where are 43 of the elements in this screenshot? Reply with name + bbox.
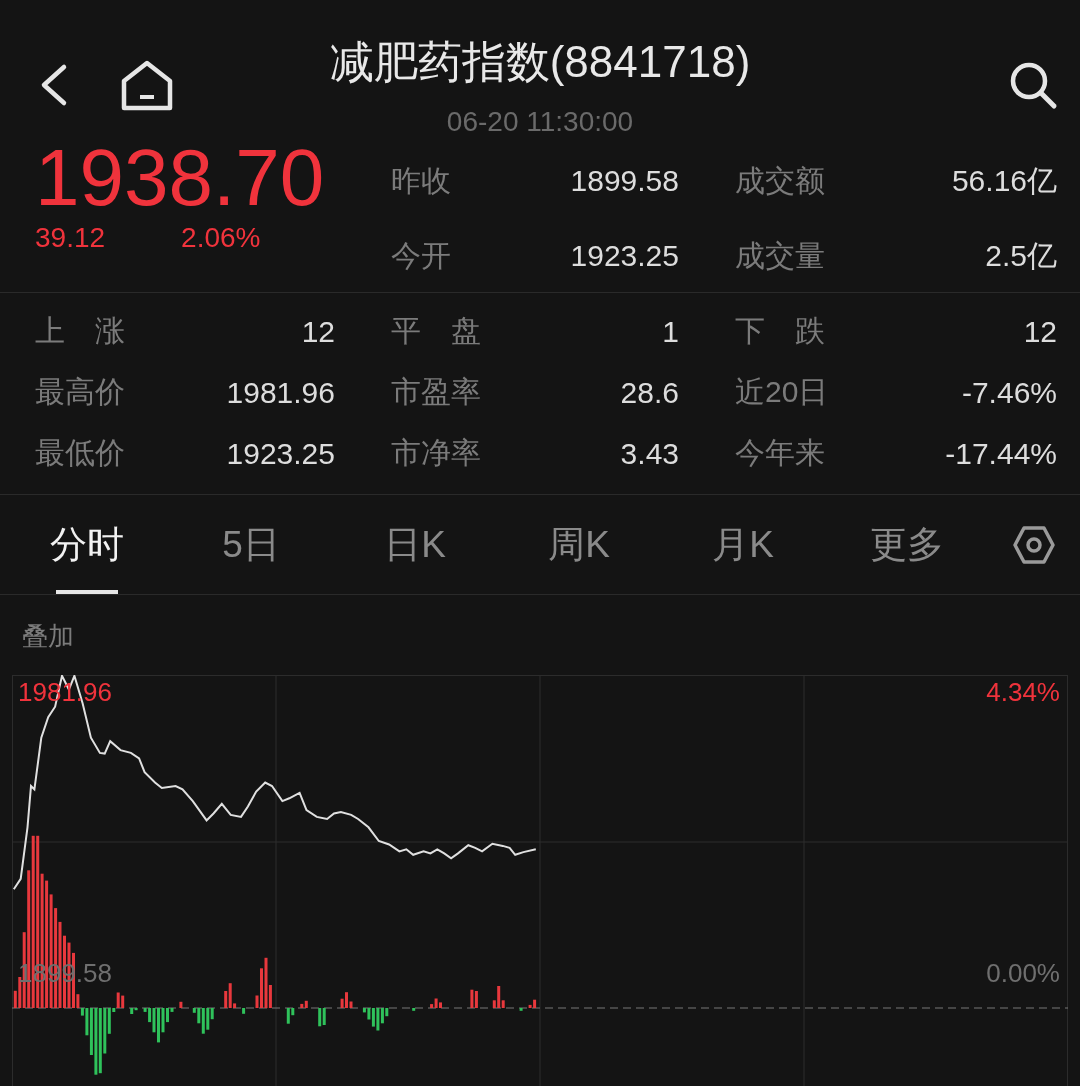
stat-label: 最低价: [35, 435, 125, 471]
stat-value: -7.46%: [961, 375, 1057, 410]
stat-label: 成交额: [735, 162, 825, 199]
high-percent-label: 4.34%: [986, 677, 1060, 708]
stat-value: 28.6: [620, 375, 679, 410]
stat-value: 3.43: [620, 436, 679, 471]
chart-tab[interactable]: 周K: [497, 495, 661, 594]
index-title: 减肥药指数(8841718): [329, 35, 751, 88]
search-icon[interactable]: [1008, 60, 1058, 110]
stat-value: -17.44%: [945, 436, 1057, 471]
stat-value: 1923.25: [570, 239, 679, 273]
stat-value: 2.5亿: [985, 237, 1057, 274]
stat-value: 1981.96: [226, 375, 335, 410]
stat-value: 56.16亿: [951, 162, 1057, 199]
chart-tab[interactable]: 分时: [5, 495, 169, 594]
last-price: 1938.70: [35, 136, 326, 220]
timestamp: 06-20 11:30:00: [446, 105, 634, 138]
overlay-label[interactable]: 叠加: [22, 621, 74, 651]
stat-label: 最高价: [35, 374, 125, 410]
stat-label: 成交量: [735, 237, 825, 274]
stat-label: 今开: [391, 237, 451, 274]
stat-value: 1923.25: [226, 436, 335, 471]
stat-value: 12: [1023, 314, 1057, 349]
price-change: 39.12: [35, 222, 106, 254]
stat-label: 下 跌: [735, 313, 825, 349]
stat-label: 昨收: [391, 162, 451, 199]
stat-value: 1899.58: [570, 164, 679, 198]
percent-change: 2.06%: [181, 222, 261, 254]
base-percent-label: 0.00%: [986, 958, 1060, 989]
stat-label: 今年来: [735, 435, 825, 471]
home-icon[interactable]: [120, 59, 174, 111]
chart-tab[interactable]: 5日: [169, 495, 333, 594]
stat-label: 平 盘: [391, 313, 481, 349]
stat-label: 市净率: [391, 435, 481, 471]
chart-tab[interactable]: 更多: [825, 495, 989, 594]
stat-value: 1: [662, 314, 679, 349]
stat-label: 市盈率: [391, 374, 481, 410]
stat-value: 12: [301, 314, 335, 349]
chart-tab[interactable]: 月K: [661, 495, 825, 594]
stat-label: 上 涨: [35, 313, 125, 349]
stat-label: 近20日: [735, 374, 829, 410]
settings-icon[interactable]: [1013, 524, 1055, 565]
chart-tab[interactable]: 日K: [333, 495, 497, 594]
